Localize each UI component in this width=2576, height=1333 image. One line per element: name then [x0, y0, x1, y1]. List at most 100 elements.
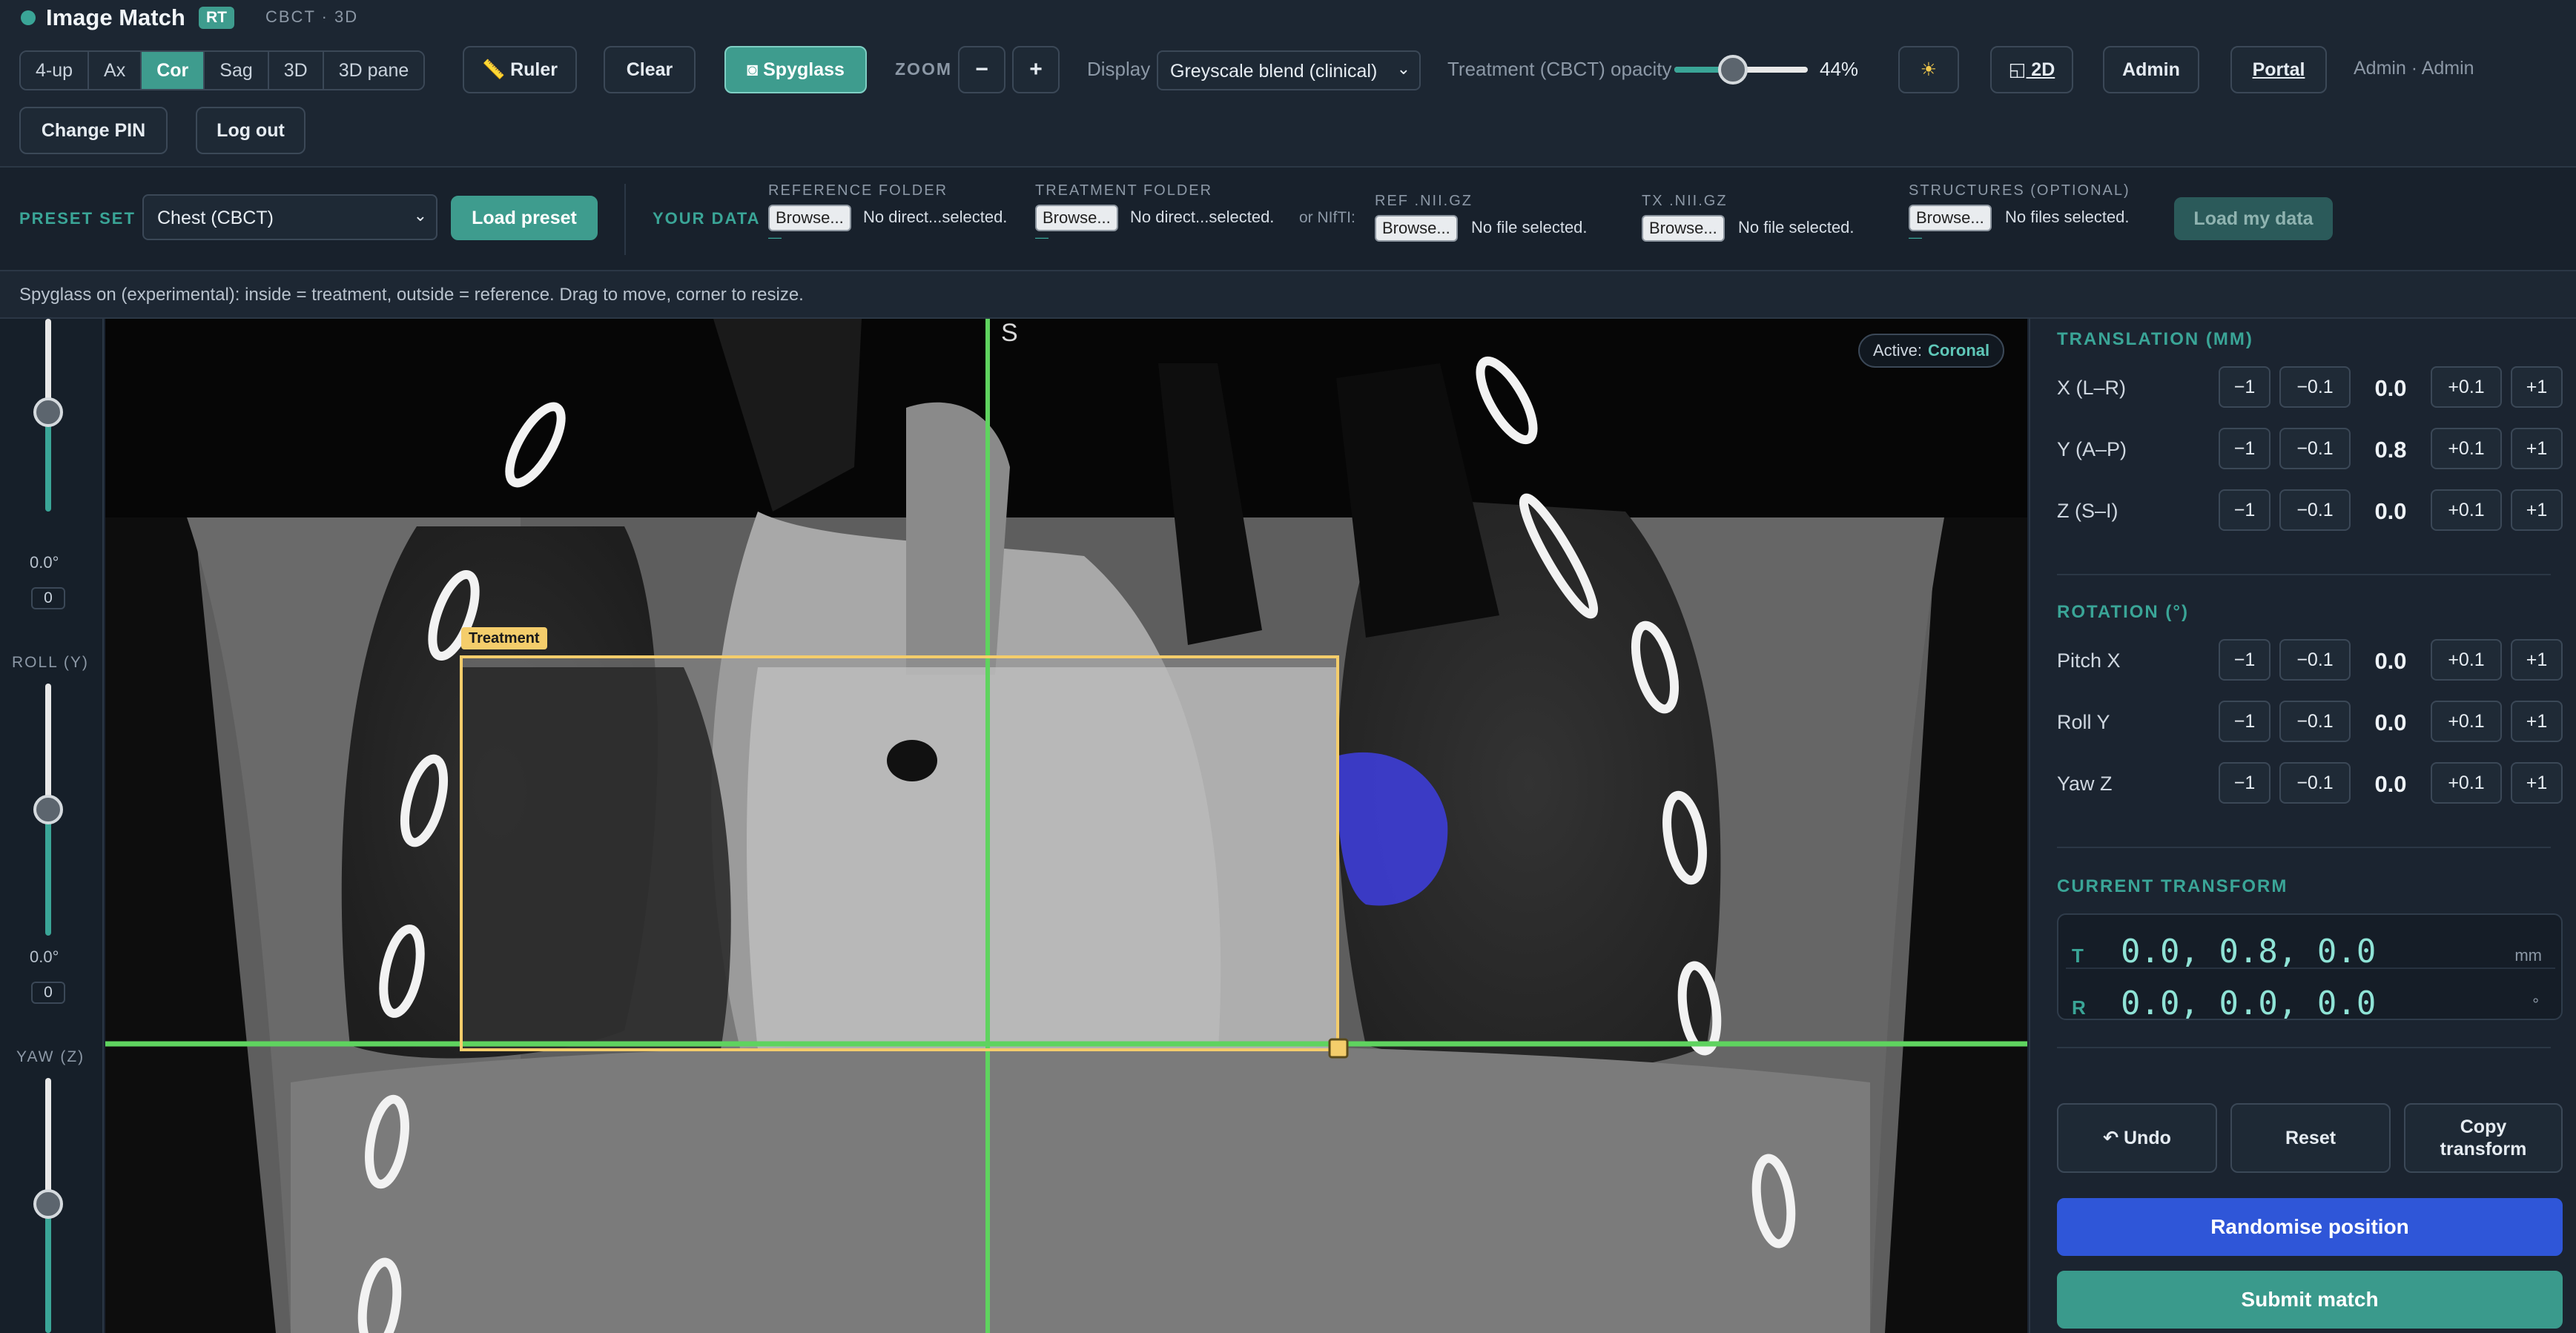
rotation-yaw-plus1[interactable]: +1: [2511, 762, 2563, 804]
reference-folder-label: REFERENCE FOLDER: [768, 182, 948, 199]
translation-x-minus01[interactable]: −0.1: [2279, 366, 2351, 408]
load-my-data-button[interactable]: Load my data: [2174, 197, 2333, 240]
transform-box-divider: [2066, 968, 2555, 969]
undo-button[interactable]: ↶ Undo: [2057, 1103, 2217, 1173]
transform-t-value: 0.0, 0.8, 0.0: [2121, 933, 2377, 970]
load-preset-button[interactable]: Load preset: [451, 196, 598, 240]
pitch-value: 0.0°: [30, 553, 59, 572]
admin-button[interactable]: Admin: [2103, 46, 2199, 93]
rotation-title: ROTATION (°): [2057, 602, 2190, 622]
spyglass-tag: Treatment: [461, 627, 547, 649]
transform-r-label: R: [2072, 996, 2086, 1019]
ct-image: [105, 319, 2027, 1333]
rotation-yaw-plus01[interactable]: +0.1: [2431, 762, 2502, 804]
view-mode-selector: 4-up Ax Cor Sag 3D 3D pane: [19, 50, 426, 90]
submit-match-button[interactable]: Submit match: [2057, 1271, 2563, 1329]
structures-status: No files selected.: [2005, 208, 2130, 226]
translation-z-minus1[interactable]: −1: [2219, 489, 2270, 531]
rotation-yaw-minus1[interactable]: −1: [2219, 762, 2270, 804]
view-axial-button[interactable]: Ax: [89, 52, 142, 89]
rotation-pitch-plus1[interactable]: +1: [2511, 639, 2563, 681]
active-view-indicator: Active: Coronal: [1858, 334, 2005, 368]
current-transform-box: T 0.0, 0.8, 0.0 mm R 0.0, 0.0, 0.0 °: [2057, 913, 2563, 1022]
translation-z-plus01[interactable]: +0.1: [2431, 489, 2502, 531]
spyglass-button[interactable]: ◙ Spyglass: [724, 46, 867, 93]
copy-transform-button[interactable]: Copy transform: [2404, 1103, 2563, 1173]
pitch-slider-knob[interactable]: [33, 397, 63, 427]
zoom-out-button[interactable]: −: [958, 46, 1005, 93]
translation-x-minus1[interactable]: −1: [2219, 366, 2270, 408]
logout-button[interactable]: Log out: [196, 107, 306, 154]
rotation-pitch-value: 0.0: [2374, 648, 2407, 674]
rotation-roll-plus1[interactable]: +1: [2511, 701, 2563, 742]
pitch-input[interactable]: 0: [31, 587, 65, 609]
chevron-down-icon: ⌄: [1396, 59, 1410, 78]
translation-y-minus1[interactable]: −1: [2219, 428, 2270, 469]
sun-icon: ☀: [1920, 59, 1938, 80]
chevron-down-icon: ⌄: [413, 206, 427, 225]
translation-z-minus01[interactable]: −0.1: [2279, 489, 2351, 531]
ref-nii-browse[interactable]: Browse...: [1375, 215, 1458, 242]
roll-slider-knob[interactable]: [33, 795, 63, 824]
translation-divider: [2057, 574, 2551, 575]
coronal-viewer[interactable]: S Active: Coronal Treatment: [105, 319, 2027, 1333]
current-transform-title: CURRENT TRANSFORM: [2057, 876, 2288, 896]
treatment-folder-browse[interactable]: Browse...: [1035, 205, 1118, 231]
rotation-pitch-label: Pitch X: [2057, 649, 2121, 672]
display-select[interactable]: Greyscale blend (clinical) ⌄: [1157, 50, 1421, 90]
yaw-slider-track-bottom: [45, 1204, 51, 1333]
translation-y-value: 0.8: [2374, 437, 2407, 463]
pitch-slider-track-top: [45, 319, 51, 408]
randomise-position-button[interactable]: Randomise position: [2057, 1198, 2563, 1256]
translation-y-plus1[interactable]: +1: [2511, 428, 2563, 469]
rotation-pitch-minus1[interactable]: −1: [2219, 639, 2270, 681]
mode-2d-button[interactable]: ◱ 2D: [1990, 46, 2073, 93]
translation-x-plus1[interactable]: +1: [2511, 366, 2563, 408]
translation-x-label: X (L–R): [2057, 377, 2127, 399]
translation-y-minus01[interactable]: −0.1: [2279, 428, 2351, 469]
view-coronal-button[interactable]: Cor: [142, 52, 205, 89]
status-dot: [21, 10, 36, 25]
rotation-yaw-minus01[interactable]: −0.1: [2279, 762, 2351, 804]
structures-browse[interactable]: Browse...: [1909, 205, 1992, 231]
preset-select[interactable]: Chest (CBCT) ⌄: [142, 194, 437, 240]
transform-t-label: T: [2072, 945, 2084, 967]
app-subtitle: CBCT · 3D: [265, 7, 359, 26]
reference-folder-status: No direct...selected.: [863, 208, 1008, 226]
active-view-label: Active:: [1873, 341, 1923, 360]
rotation-roll-minus1[interactable]: −1: [2219, 701, 2270, 742]
opacity-value: 44%: [1820, 58, 1859, 80]
yaw-slider-knob[interactable]: [33, 1189, 63, 1219]
brightness-button[interactable]: ☀: [1898, 46, 1959, 93]
rotation-divider: [2057, 847, 2551, 848]
rotation-roll-minus01[interactable]: −0.1: [2279, 701, 2351, 742]
roll-input[interactable]: 0: [31, 982, 65, 1004]
view-3d-button[interactable]: 3D: [268, 52, 324, 89]
view-sagittal-button[interactable]: Sag: [205, 52, 269, 89]
reset-button[interactable]: Reset: [2230, 1103, 2391, 1173]
preset-select-value: Chest (CBCT): [157, 208, 274, 228]
display-select-value: Greyscale blend (clinical): [1170, 61, 1378, 82]
opacity-slider[interactable]: [1674, 55, 1808, 85]
clear-button[interactable]: Clear: [604, 46, 696, 93]
copy-transform-label-1: Copy: [2460, 1117, 2507, 1137]
change-pin-button[interactable]: Change PIN: [19, 107, 168, 154]
translation-z-value: 0.0: [2374, 498, 2407, 524]
view-4up-button[interactable]: 4-up: [21, 52, 90, 89]
rotation-roll-plus01[interactable]: +0.1: [2431, 701, 2502, 742]
opacity-slider-knob[interactable]: [1718, 55, 1748, 85]
reference-folder-browse[interactable]: Browse...: [768, 205, 851, 231]
translation-x-plus01[interactable]: +0.1: [2431, 366, 2502, 408]
translation-y-plus01[interactable]: +0.1: [2431, 428, 2502, 469]
tx-nii-browse[interactable]: Browse...: [1642, 215, 1725, 242]
rotation-pitch-plus01[interactable]: +0.1: [2431, 639, 2502, 681]
preset-bar: PRESET SET Chest (CBCT) ⌄ Load preset YO…: [0, 168, 2576, 271]
translation-z-plus1[interactable]: +1: [2511, 489, 2563, 531]
view-3d-pane-button[interactable]: 3D pane: [323, 52, 424, 89]
rotation-pitch-minus01[interactable]: −0.1: [2279, 639, 2351, 681]
portal-button[interactable]: Portal: [2230, 46, 2327, 93]
ruler-button[interactable]: 📏 Ruler: [463, 46, 577, 93]
spyglass-resize-handle[interactable]: [1328, 1038, 1349, 1059]
transform-r-unit: °: [2532, 995, 2539, 1013]
zoom-in-button[interactable]: +: [1012, 46, 1060, 93]
